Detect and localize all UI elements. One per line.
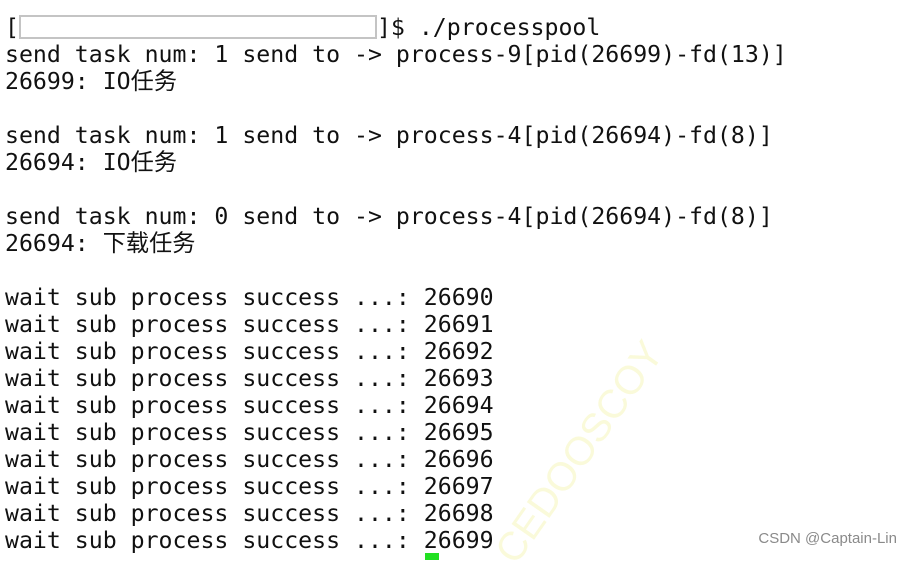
output-line: 26694: 下载任务: [5, 230, 196, 257]
output-line: wait sub process success ...: 26697: [5, 473, 494, 500]
output-line: send task num: 1 send to -> process-4[pi…: [5, 122, 773, 149]
prompt-line: [ ]$ ./processpool: [5, 14, 787, 41]
command-text: ]$ ./processpool: [376, 14, 601, 41]
terminal-cursor: [425, 553, 439, 560]
prompt-bracket: [: [5, 14, 19, 41]
output-line: wait sub process success ...: 26690: [5, 284, 494, 311]
output-line: 26694: IO任务: [5, 149, 178, 176]
output-line: send task num: 0 send to -> process-4[pi…: [5, 203, 773, 230]
redacted-hostname: [18, 14, 377, 39]
csdn-watermark: CSDN @Captain-Lin: [758, 530, 897, 547]
terminal-output: [ ]$ ./processpool send task num: 1 send …: [5, 14, 787, 554]
output-line: send task num: 1 send to -> process-9[pi…: [5, 41, 787, 68]
output-line: wait sub process success ...: 26695: [5, 419, 494, 446]
output-line: 26699: IO任务: [5, 68, 178, 95]
output-line: wait sub process success ...: 26693: [5, 365, 494, 392]
output-line: wait sub process success ...: 26696: [5, 446, 494, 473]
output-line: wait sub process success ...: 26691: [5, 311, 494, 338]
output-line: wait sub process success ...: 26699: [5, 527, 494, 554]
output-line: wait sub process success ...: 26694: [5, 392, 494, 419]
output-line: wait sub process success ...: 26698: [5, 500, 494, 527]
